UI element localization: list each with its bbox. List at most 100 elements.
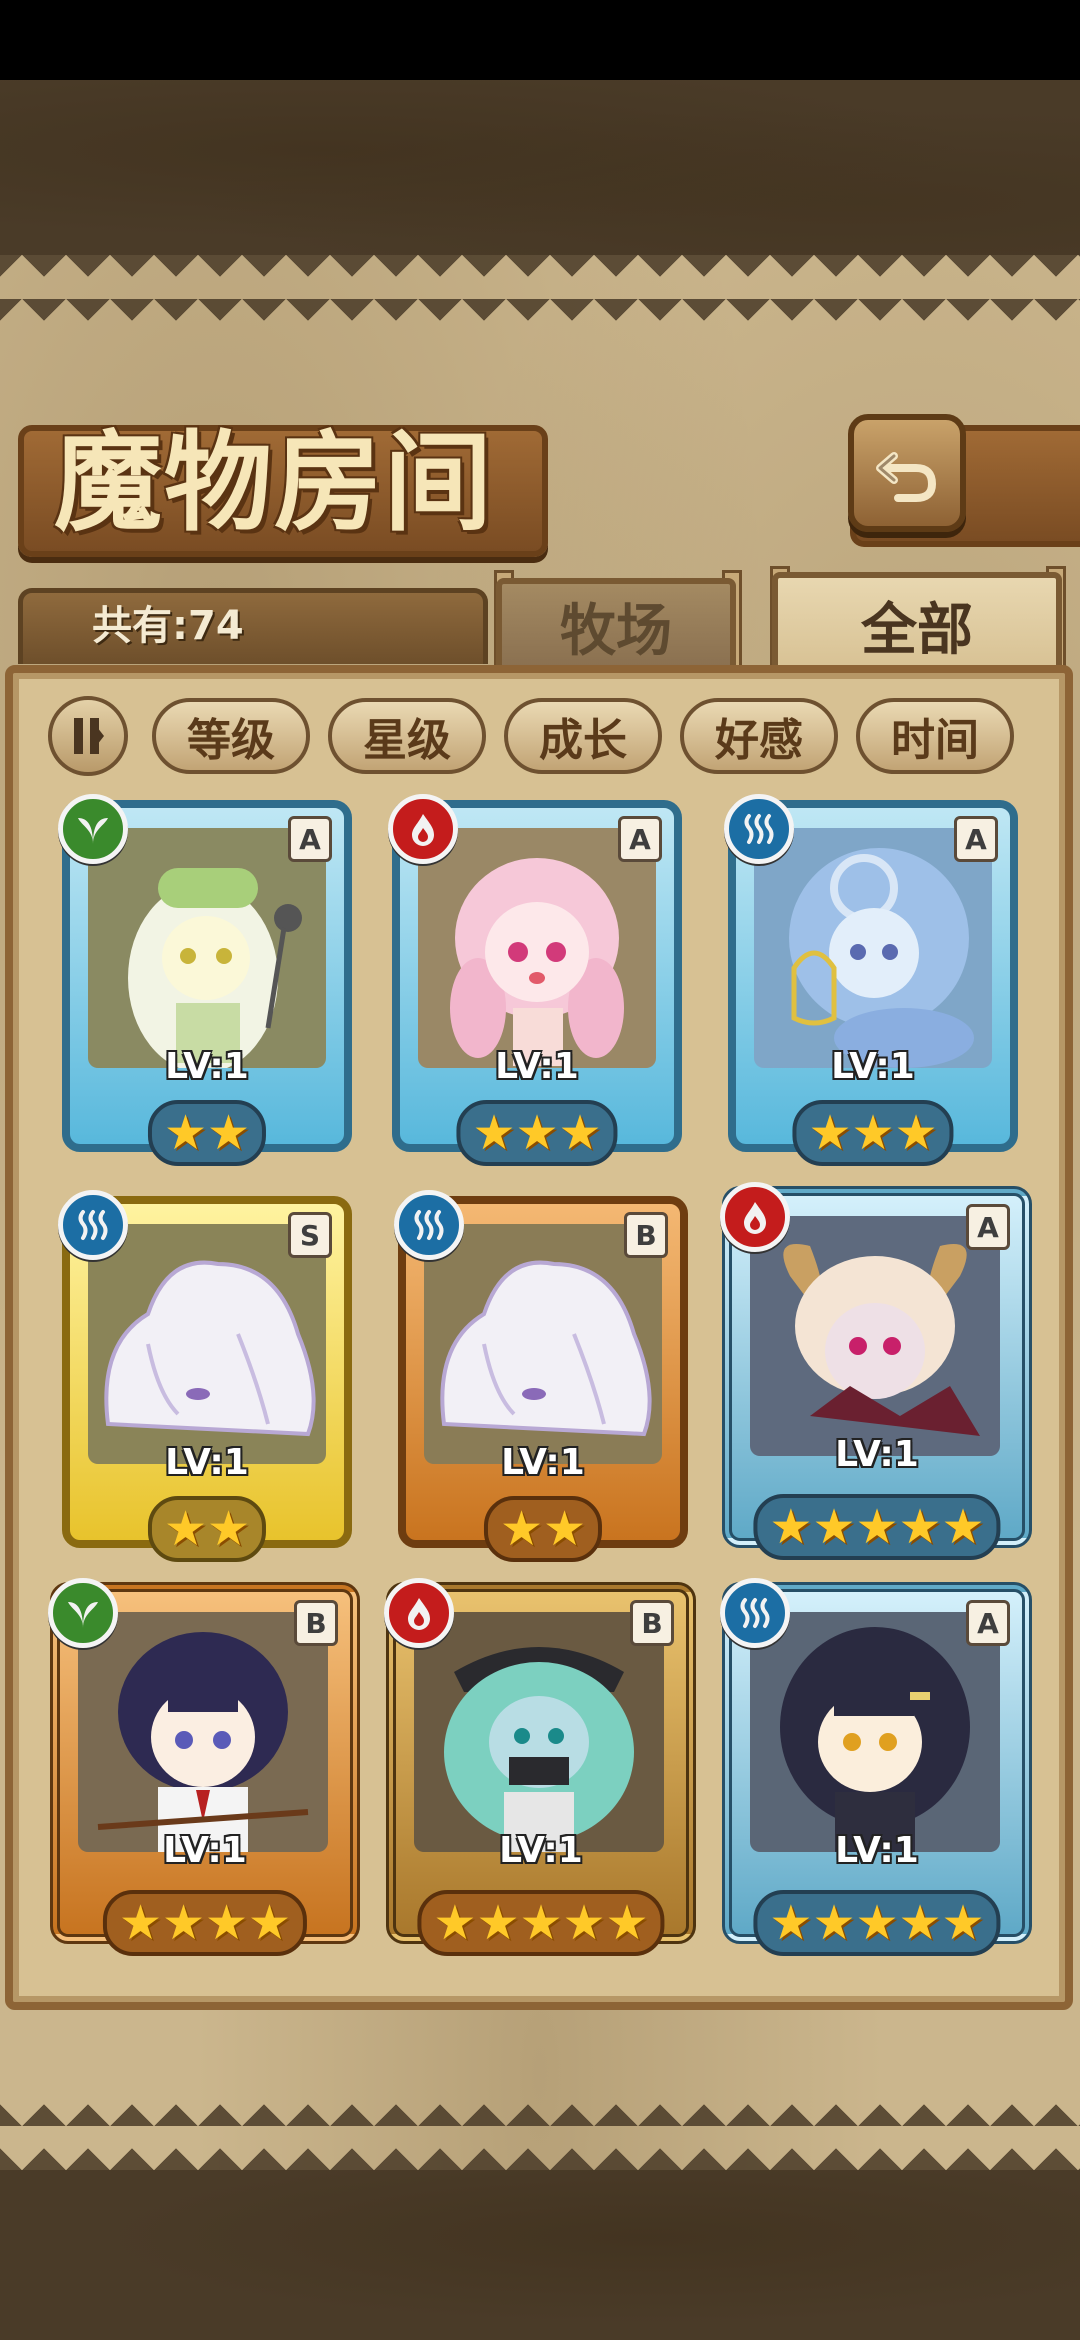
map-background-top: [0, 80, 1080, 255]
star-rating: ★★★: [456, 1100, 618, 1166]
rank-badge: B: [294, 1600, 338, 1646]
element-water-badge: [58, 1190, 128, 1260]
star-icons: ★★★★★: [769, 1895, 985, 1951]
element-fire-badge: [384, 1578, 454, 1648]
rank-badge: A: [618, 816, 662, 862]
star-icons: ★★: [163, 1501, 251, 1557]
monster-card[interactable]: A LV:1 ★★★: [388, 794, 682, 1166]
monster-level: LV:1: [495, 1046, 579, 1087]
monster-level: LV:1: [163, 1830, 247, 1871]
flame-icon: [412, 814, 434, 846]
monster-level: LV:1: [831, 1046, 915, 1087]
slime-sprite: [104, 1260, 316, 1437]
monster-card[interactable]: B LV:1 ★★★★★: [384, 1578, 696, 1956]
star-icons: ★★★: [808, 1105, 938, 1161]
element-wood-badge: [58, 794, 128, 864]
monster-level: LV:1: [835, 1830, 919, 1871]
waves-icon: [414, 1210, 444, 1240]
element-fire-badge: [720, 1182, 790, 1252]
waves-icon: [740, 1598, 770, 1628]
monster-count: 共有:74: [92, 603, 244, 649]
leaf-icon: [68, 1602, 98, 1628]
radish-girl-sprite: [128, 868, 302, 1068]
monster-card[interactable]: A LV:1 ★★: [58, 794, 352, 1166]
rank-badge: A: [954, 816, 998, 862]
monster-card[interactable]: B LV:1 ★★★★: [48, 1578, 360, 1956]
star-rating: ★★★★★: [753, 1890, 1001, 1956]
monster-card[interactable]: B LV:1 ★★: [394, 1190, 688, 1562]
status-bar: [0, 0, 1080, 80]
page-title: 魔物房间: [54, 420, 495, 546]
star-icons: ★★: [499, 1501, 587, 1557]
monster-portrait: [750, 1612, 1000, 1852]
star-icons: ★★: [163, 1105, 251, 1161]
element-water-badge: [720, 1578, 790, 1648]
star-icons: ★★★: [472, 1105, 602, 1161]
filter-growth-button[interactable]: 成长: [504, 698, 662, 774]
star-rating: ★★★★: [102, 1890, 308, 1956]
filter-star-button[interactable]: 星级: [328, 698, 486, 774]
rank-badge: A: [288, 816, 332, 862]
tab-farm[interactable]: 牧场: [496, 578, 736, 668]
element-water-badge: [724, 794, 794, 864]
monster-portrait: [750, 1216, 1000, 1456]
monster-level: LV:1: [501, 1442, 585, 1483]
monster-portrait: [78, 1612, 328, 1852]
star-icons: ★★★★★: [433, 1895, 649, 1951]
dark-hair-boy-sprite: [97, 1632, 309, 1852]
star-rating: ★★: [147, 1100, 267, 1166]
filter-affection-button[interactable]: 好感: [680, 698, 838, 774]
rank-badge: B: [630, 1600, 674, 1646]
star-rating: ★★★★★: [417, 1890, 665, 1956]
monster-portrait: [88, 1224, 326, 1464]
demon-girl-sprite: [783, 1244, 980, 1436]
monster-portrait: [88, 828, 326, 1068]
black-hair-girl-sprite: [780, 1627, 970, 1852]
torn-edge-bottom: [0, 2100, 1080, 2170]
monster-portrait: [754, 828, 992, 1068]
star-icons: ★★★★: [118, 1895, 292, 1951]
flame-icon: [408, 1598, 430, 1630]
element-fire-badge: [388, 794, 458, 864]
pirate-sprite: [444, 1647, 634, 1852]
rank-badge: B: [624, 1212, 668, 1258]
monster-portrait: [418, 828, 656, 1068]
rank-badge: A: [966, 1204, 1010, 1250]
flame-icon: [744, 1202, 766, 1234]
mermaid-sprite: [789, 848, 974, 1068]
torn-edge-top: [0, 255, 1080, 325]
monster-portrait: [414, 1612, 664, 1852]
pause-toggle-icon: [74, 718, 104, 754]
map-background-bottom: [0, 2170, 1080, 2340]
slime-sprite: [440, 1260, 652, 1437]
monster-level: LV:1: [165, 1442, 249, 1483]
monster-level: LV:1: [165, 1046, 249, 1087]
monster-card[interactable]: S LV:1 ★★: [58, 1190, 352, 1562]
star-rating: ★★★: [792, 1100, 954, 1166]
rank-badge: S: [288, 1212, 332, 1258]
star-icons: ★★★★★: [769, 1499, 985, 1555]
back-button[interactable]: [848, 414, 966, 532]
monster-card[interactable]: A LV:1 ★★★★★: [720, 1182, 1032, 1560]
pink-girl-sprite: [450, 858, 624, 1066]
filter-time-button[interactable]: 时间: [856, 698, 1014, 774]
monster-card[interactable]: A LV:1 ★★★★★: [720, 1578, 1032, 1956]
monster-level: LV:1: [499, 1830, 583, 1871]
monster-card[interactable]: A LV:1 ★★★: [724, 794, 1018, 1166]
filter-toggle-button[interactable]: [48, 696, 128, 776]
star-rating: ★★: [147, 1496, 267, 1562]
monster-level: LV:1: [835, 1434, 919, 1475]
element-water-badge: [394, 1190, 464, 1260]
tab-all[interactable]: 全部: [772, 572, 1062, 672]
filter-level-button[interactable]: 等级: [152, 698, 310, 774]
rank-badge: A: [966, 1600, 1010, 1646]
element-wood-badge: [48, 1578, 118, 1648]
waves-icon: [744, 814, 774, 844]
star-rating: ★★: [483, 1496, 603, 1562]
filter-row: 等级 星级 成长 好感 时间: [48, 696, 1028, 776]
return-arrow-icon: [876, 452, 937, 502]
monster-portrait: [424, 1224, 662, 1464]
waves-icon: [78, 1210, 108, 1240]
star-rating: ★★★★★: [753, 1494, 1001, 1560]
count-bar: [18, 588, 488, 664]
